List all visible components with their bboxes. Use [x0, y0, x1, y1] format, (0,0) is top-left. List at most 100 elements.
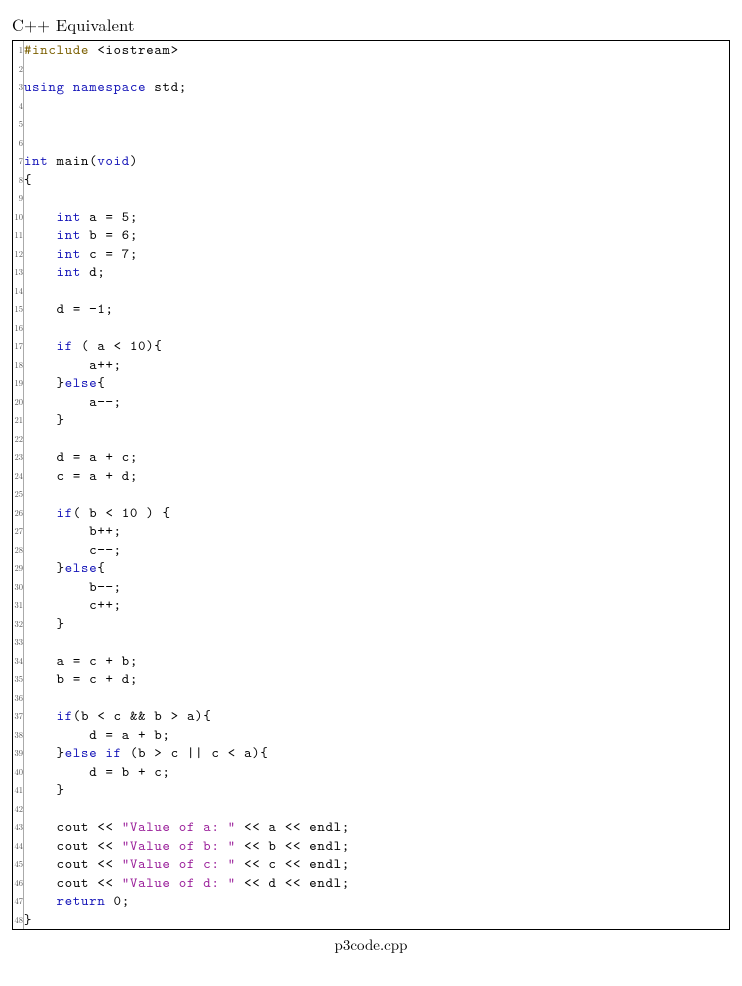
code-line: 1#include <iostream>	[13, 41, 729, 60]
listing-filename: p3code.cpp	[12, 934, 730, 955]
code-content: }else{	[24, 559, 730, 578]
code-content: cout << "Value of c: " << c << endl;	[24, 855, 730, 874]
line-number: 8	[13, 171, 24, 190]
code-table: 1#include <iostream>2 3using namespace s…	[13, 41, 729, 929]
code-content: cout << "Value of d: " << d << endl;	[24, 874, 730, 893]
code-content: c++;	[24, 596, 730, 615]
code-line: 34 a = c + b;	[13, 652, 729, 671]
line-number: 7	[13, 152, 24, 171]
code-line: 16	[13, 319, 729, 338]
code-line: 5	[13, 115, 729, 134]
line-number: 41	[13, 781, 24, 800]
line-number: 46	[13, 874, 24, 893]
code-line: 4	[13, 97, 729, 116]
code-line: 7int main(void)	[13, 152, 729, 171]
code-line: 39 }else if (b > c || c < a){	[13, 744, 729, 763]
code-line: 19 }else{	[13, 374, 729, 393]
code-line: 10 int a = 5;	[13, 208, 729, 227]
code-line: 47 return 0;	[13, 892, 729, 911]
code-content	[24, 430, 730, 449]
code-line: 29 }else{	[13, 559, 729, 578]
code-content	[24, 689, 730, 708]
code-line: 48}	[13, 911, 729, 930]
code-line: 3using namespace std;	[13, 78, 729, 97]
code-line: 45 cout << "Value of c: " << c << endl;	[13, 855, 729, 874]
code-content: int a = 5;	[24, 208, 730, 227]
code-content	[24, 485, 730, 504]
code-content: b−−;	[24, 578, 730, 597]
code-content: return 0;	[24, 892, 730, 911]
line-number: 19	[13, 374, 24, 393]
line-number: 29	[13, 559, 24, 578]
code-line: 46 cout << "Value of d: " << d << endl;	[13, 874, 729, 893]
line-number: 35	[13, 670, 24, 689]
code-content: #include <iostream>	[24, 41, 730, 60]
code-content: int d;	[24, 263, 730, 282]
line-number: 1	[13, 41, 24, 60]
code-content: c−−;	[24, 541, 730, 560]
code-line: 12 int c = 7;	[13, 245, 729, 264]
code-line: 20 a−−;	[13, 393, 729, 412]
code-line: 40 d = b + c;	[13, 763, 729, 782]
code-content	[24, 60, 730, 79]
line-number: 15	[13, 300, 24, 319]
code-line: 37 if(b < c && b > a){	[13, 707, 729, 726]
code-content	[24, 115, 730, 134]
line-number: 6	[13, 134, 24, 153]
line-number: 5	[13, 115, 24, 134]
code-line: 27 b++;	[13, 522, 729, 541]
code-line: 38 d = a + b;	[13, 726, 729, 745]
code-content: b = c + d;	[24, 670, 730, 689]
code-line: 14	[13, 282, 729, 301]
code-listing-frame: 1#include <iostream>2 3using namespace s…	[12, 40, 730, 930]
line-number: 4	[13, 97, 24, 116]
code-line: 26 if( b < 10 ) {	[13, 504, 729, 523]
code-content: }	[24, 615, 730, 634]
code-content: }	[24, 411, 730, 430]
code-content	[24, 189, 730, 208]
line-number: 30	[13, 578, 24, 597]
code-content	[24, 319, 730, 338]
code-content: if ( a < 10){	[24, 337, 730, 356]
code-line: 31 c++;	[13, 596, 729, 615]
code-line: 36	[13, 689, 729, 708]
line-number: 21	[13, 411, 24, 430]
code-content: }	[24, 781, 730, 800]
code-content	[24, 800, 730, 819]
line-number: 43	[13, 818, 24, 837]
line-number: 31	[13, 596, 24, 615]
code-line: 33	[13, 633, 729, 652]
code-line: 24 c = a + d;	[13, 467, 729, 486]
code-content: c = a + d;	[24, 467, 730, 486]
line-number: 32	[13, 615, 24, 634]
line-number: 28	[13, 541, 24, 560]
line-number: 17	[13, 337, 24, 356]
code-content: d = b + c;	[24, 763, 730, 782]
code-line: 17 if ( a < 10){	[13, 337, 729, 356]
code-content	[24, 134, 730, 153]
code-line: 13 int d;	[13, 263, 729, 282]
line-number: 20	[13, 393, 24, 412]
code-line: 41 }	[13, 781, 729, 800]
code-content: int c = 7;	[24, 245, 730, 264]
code-content: }else if (b > c || c < a){	[24, 744, 730, 763]
code-content: cout << "Value of a: " << a << endl;	[24, 818, 730, 837]
code-line: 42	[13, 800, 729, 819]
code-line: 23 d = a + c;	[13, 448, 729, 467]
code-content	[24, 633, 730, 652]
code-content: a−−;	[24, 393, 730, 412]
code-content: int main(void)	[24, 152, 730, 171]
code-content	[24, 282, 730, 301]
line-number: 34	[13, 652, 24, 671]
code-line: 32 }	[13, 615, 729, 634]
code-line: 28 c−−;	[13, 541, 729, 560]
code-line: 44 cout << "Value of b: " << b << endl;	[13, 837, 729, 856]
line-number: 3	[13, 78, 24, 97]
line-number: 37	[13, 707, 24, 726]
line-number: 23	[13, 448, 24, 467]
code-content: {	[24, 171, 730, 190]
line-number: 44	[13, 837, 24, 856]
code-line: 15 d = −1;	[13, 300, 729, 319]
line-number: 33	[13, 633, 24, 652]
code-content: if( b < 10 ) {	[24, 504, 730, 523]
